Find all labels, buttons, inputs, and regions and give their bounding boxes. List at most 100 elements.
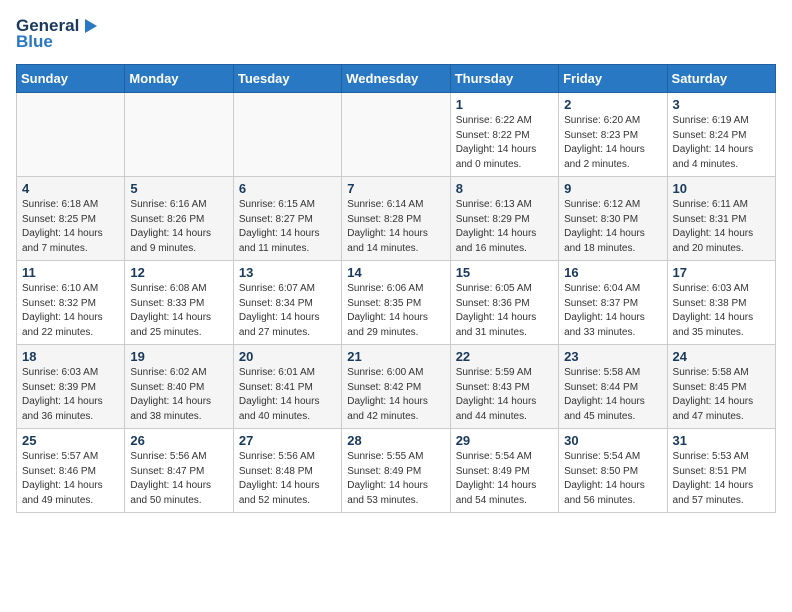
day-number: 10 <box>673 181 770 196</box>
calendar-cell: 21 Sunrise: 6:00 AM Sunset: 8:42 PM Dayli… <box>342 345 450 429</box>
calendar-cell: 11Sunrise: 6:10 AM Sunset: 8:32 PM Dayli… <box>17 261 125 345</box>
day-number: 19 <box>130 349 227 364</box>
page-header: General Blue <box>16 16 776 52</box>
header-friday: Friday <box>559 65 667 93</box>
day-content: Sunrise: 5:54 AM Sunset: 8:50 PM Dayligh… <box>564 450 661 508</box>
header-sunday: Sunday <box>17 65 125 93</box>
day-content: Sunrise: 6:19 AM Sunset: 8:24 PM Dayligh… <box>673 114 770 172</box>
calendar-cell: 17 Sunrise: 6:03 AM Sunset: 8:38 PM Dayli… <box>667 261 775 345</box>
calendar-cell: 22 Sunrise: 5:59 AM Sunset: 8:43 PM Dayli… <box>450 345 558 429</box>
calendar-cell: 5 Sunrise: 6:16 AM Sunset: 8:26 PM Daylig… <box>125 177 233 261</box>
day-content: Sunrise: 6:18 AM Sunset: 8:25 PM Dayligh… <box>22 198 119 256</box>
day-content: Sunrise: 6:20 AM Sunset: 8:23 PM Dayligh… <box>564 114 661 172</box>
day-number: 26 <box>130 433 227 448</box>
day-content: Sunrise: 6:03 AM Sunset: 8:38 PM Dayligh… <box>673 282 770 340</box>
calendar-cell <box>342 93 450 177</box>
day-number: 6 <box>239 181 336 196</box>
day-number: 1 <box>456 97 553 112</box>
logo: General Blue <box>16 16 101 52</box>
day-number: 22 <box>456 349 553 364</box>
header-monday: Monday <box>125 65 233 93</box>
day-content: Sunrise: 5:55 AM Sunset: 8:49 PM Dayligh… <box>347 450 444 508</box>
day-content: Sunrise: 5:54 AM Sunset: 8:49 PM Dayligh… <box>456 450 553 508</box>
day-number: 24 <box>673 349 770 364</box>
day-content: Sunrise: 6:16 AM Sunset: 8:26 PM Dayligh… <box>130 198 227 256</box>
day-number: 25 <box>22 433 119 448</box>
day-number: 14 <box>347 265 444 280</box>
calendar-cell <box>17 93 125 177</box>
week-row-3: 18Sunrise: 6:03 AM Sunset: 8:39 PM Dayli… <box>17 345 776 429</box>
day-number: 30 <box>564 433 661 448</box>
calendar-cell: 20 Sunrise: 6:01 AM Sunset: 8:41 PM Dayli… <box>233 345 341 429</box>
week-row-2: 11Sunrise: 6:10 AM Sunset: 8:32 PM Dayli… <box>17 261 776 345</box>
calendar-cell: 4 Sunrise: 6:18 AM Sunset: 8:25 PM Daylig… <box>17 177 125 261</box>
day-number: 4 <box>22 181 119 196</box>
calendar-cell: 25 Sunrise: 5:57 AM Sunset: 8:46 PM Dayli… <box>17 429 125 513</box>
day-number: 27 <box>239 433 336 448</box>
day-content: Sunrise: 6:13 AM Sunset: 8:29 PM Dayligh… <box>456 198 553 256</box>
calendar-cell: 29Sunrise: 5:54 AM Sunset: 8:49 PM Dayli… <box>450 429 558 513</box>
calendar-cell: 2 Sunrise: 6:20 AM Sunset: 8:23 PM Daylig… <box>559 93 667 177</box>
calendar-cell: 27 Sunrise: 5:56 AM Sunset: 8:48 PM Dayli… <box>233 429 341 513</box>
day-content: Sunrise: 5:56 AM Sunset: 8:47 PM Dayligh… <box>130 450 227 508</box>
calendar-cell: 23 Sunrise: 5:58 AM Sunset: 8:44 PM Dayli… <box>559 345 667 429</box>
header-wednesday: Wednesday <box>342 65 450 93</box>
calendar-cell: 14Sunrise: 6:06 AM Sunset: 8:35 PM Dayli… <box>342 261 450 345</box>
day-number: 9 <box>564 181 661 196</box>
day-content: Sunrise: 6:00 AM Sunset: 8:42 PM Dayligh… <box>347 366 444 424</box>
calendar-cell: 19Sunrise: 6:02 AM Sunset: 8:40 PM Dayli… <box>125 345 233 429</box>
calendar-cell: 15 Sunrise: 6:05 AM Sunset: 8:36 PM Dayli… <box>450 261 558 345</box>
calendar-cell <box>125 93 233 177</box>
calendar-cell: 16 Sunrise: 6:04 AM Sunset: 8:37 PM Dayli… <box>559 261 667 345</box>
day-content: Sunrise: 5:59 AM Sunset: 8:43 PM Dayligh… <box>456 366 553 424</box>
calendar-cell <box>233 93 341 177</box>
calendar-cell: 12 Sunrise: 6:08 AM Sunset: 8:33 PM Dayli… <box>125 261 233 345</box>
day-content: Sunrise: 6:04 AM Sunset: 8:37 PM Dayligh… <box>564 282 661 340</box>
day-number: 23 <box>564 349 661 364</box>
day-content: Sunrise: 6:14 AM Sunset: 8:28 PM Dayligh… <box>347 198 444 256</box>
calendar-cell: 7 Sunrise: 6:14 AM Sunset: 8:28 PM Daylig… <box>342 177 450 261</box>
day-number: 8 <box>456 181 553 196</box>
day-number: 15 <box>456 265 553 280</box>
day-number: 7 <box>347 181 444 196</box>
day-content: Sunrise: 6:05 AM Sunset: 8:36 PM Dayligh… <box>456 282 553 340</box>
day-content: Sunrise: 5:53 AM Sunset: 8:51 PM Dayligh… <box>673 450 770 508</box>
calendar-cell: 3 Sunrise: 6:19 AM Sunset: 8:24 PM Daylig… <box>667 93 775 177</box>
day-number: 11 <box>22 265 119 280</box>
day-number: 3 <box>673 97 770 112</box>
day-number: 16 <box>564 265 661 280</box>
calendar-cell: 8 Sunrise: 6:13 AM Sunset: 8:29 PM Daylig… <box>450 177 558 261</box>
day-number: 31 <box>673 433 770 448</box>
day-content: Sunrise: 5:58 AM Sunset: 8:44 PM Dayligh… <box>564 366 661 424</box>
day-content: Sunrise: 5:57 AM Sunset: 8:46 PM Dayligh… <box>22 450 119 508</box>
header-thursday: Thursday <box>450 65 558 93</box>
day-content: Sunrise: 5:56 AM Sunset: 8:48 PM Dayligh… <box>239 450 336 508</box>
day-content: Sunrise: 5:58 AM Sunset: 8:45 PM Dayligh… <box>673 366 770 424</box>
calendar-cell: 18Sunrise: 6:03 AM Sunset: 8:39 PM Dayli… <box>17 345 125 429</box>
calendar-cell: 26 Sunrise: 5:56 AM Sunset: 8:47 PM Dayli… <box>125 429 233 513</box>
day-number: 28 <box>347 433 444 448</box>
day-number: 2 <box>564 97 661 112</box>
calendar-cell: 10 Sunrise: 6:11 AM Sunset: 8:31 PM Dayli… <box>667 177 775 261</box>
calendar-cell: 13Sunrise: 6:07 AM Sunset: 8:34 PM Dayli… <box>233 261 341 345</box>
calendar-cell: 9Sunrise: 6:12 AM Sunset: 8:30 PM Daylig… <box>559 177 667 261</box>
day-content: Sunrise: 6:15 AM Sunset: 8:27 PM Dayligh… <box>239 198 336 256</box>
day-content: Sunrise: 6:11 AM Sunset: 8:31 PM Dayligh… <box>673 198 770 256</box>
day-number: 5 <box>130 181 227 196</box>
calendar-cell: 6 Sunrise: 6:15 AM Sunset: 8:27 PM Daylig… <box>233 177 341 261</box>
day-content: Sunrise: 6:22 AM Sunset: 8:22 PM Dayligh… <box>456 114 553 172</box>
header-tuesday: Tuesday <box>233 65 341 93</box>
day-number: 20 <box>239 349 336 364</box>
calendar-cell: 28 Sunrise: 5:55 AM Sunset: 8:49 PM Dayli… <box>342 429 450 513</box>
calendar-cell: 30 Sunrise: 5:54 AM Sunset: 8:50 PM Dayli… <box>559 429 667 513</box>
day-number: 17 <box>673 265 770 280</box>
day-content: Sunrise: 6:07 AM Sunset: 8:34 PM Dayligh… <box>239 282 336 340</box>
day-content: Sunrise: 6:08 AM Sunset: 8:33 PM Dayligh… <box>130 282 227 340</box>
day-number: 18 <box>22 349 119 364</box>
logo-arrow-icon <box>81 16 101 36</box>
week-row-1: 4 Sunrise: 6:18 AM Sunset: 8:25 PM Daylig… <box>17 177 776 261</box>
day-number: 21 <box>347 349 444 364</box>
day-number: 12 <box>130 265 227 280</box>
day-content: Sunrise: 6:01 AM Sunset: 8:41 PM Dayligh… <box>239 366 336 424</box>
header-saturday: Saturday <box>667 65 775 93</box>
